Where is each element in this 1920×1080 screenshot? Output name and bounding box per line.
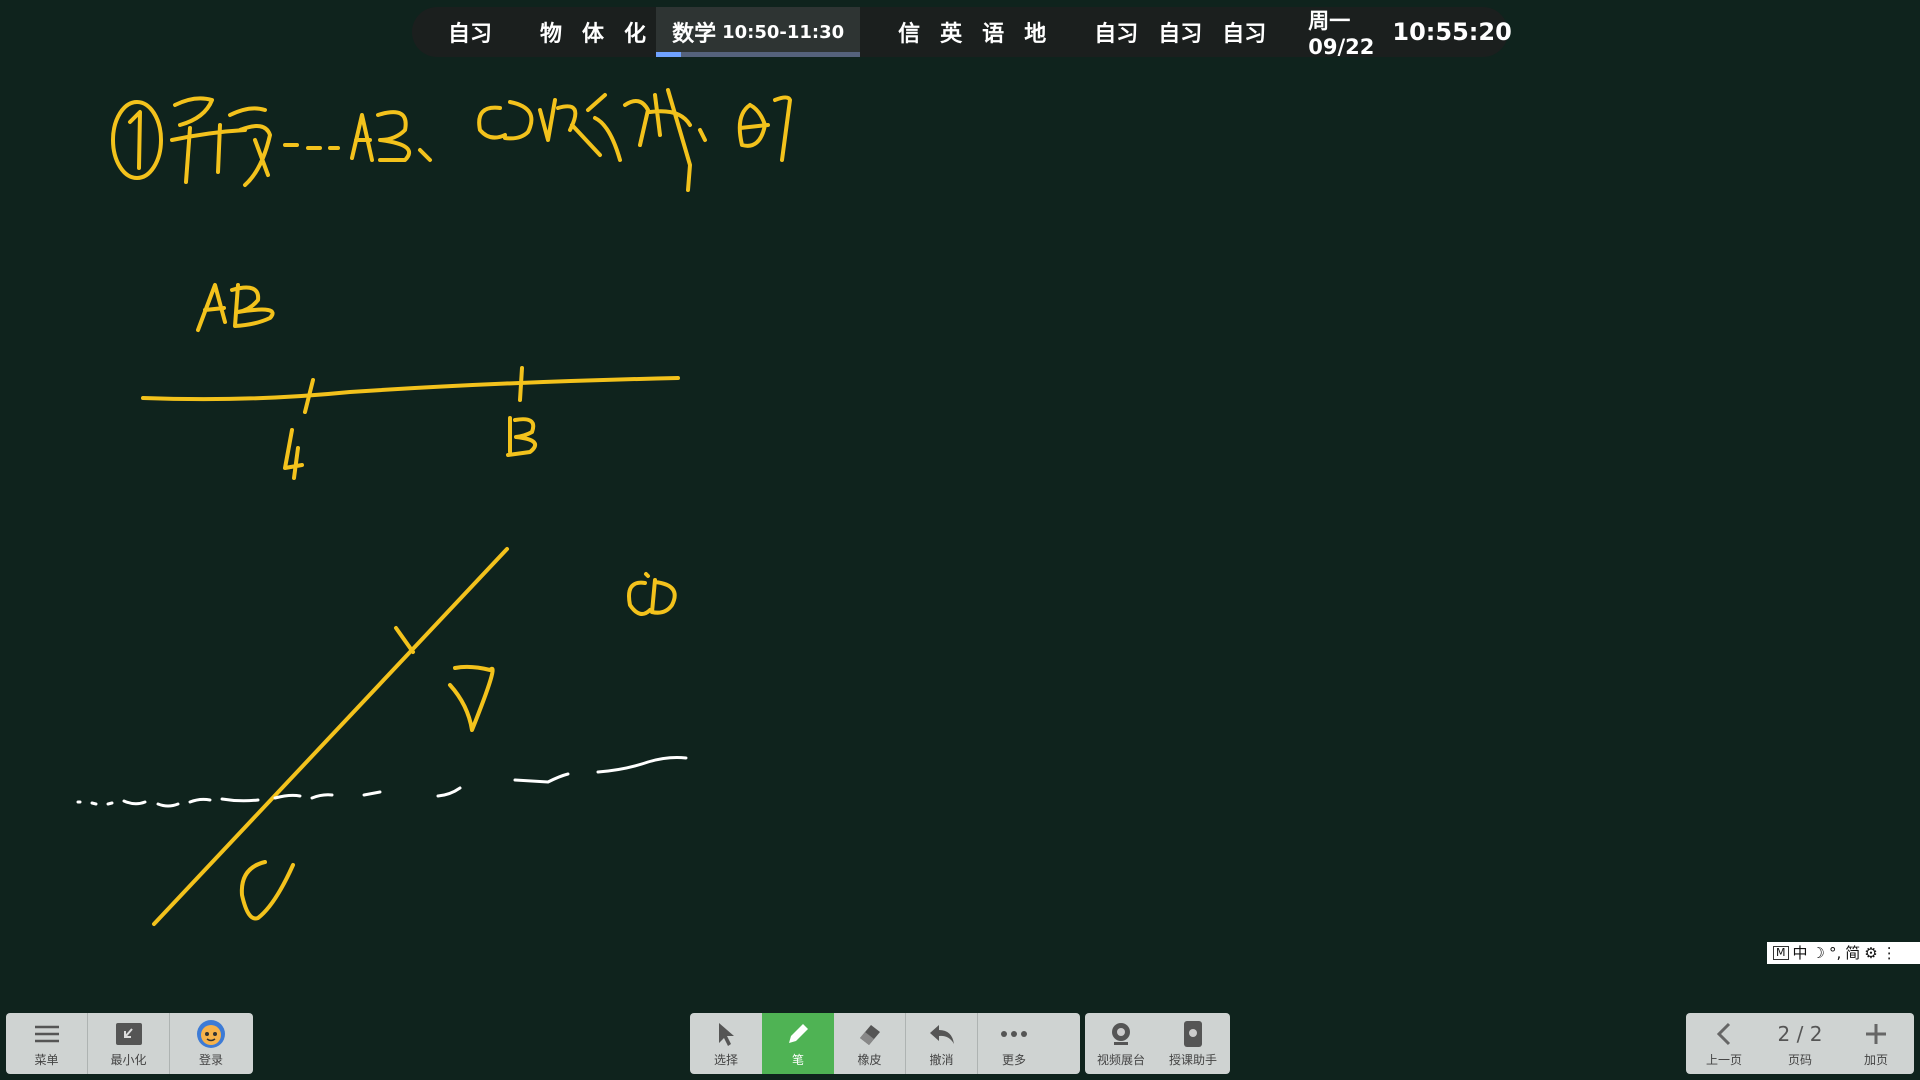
undo-button[interactable]: 撤消 — [906, 1013, 978, 1074]
ime-mode-icon[interactable]: M — [1773, 946, 1789, 960]
app-toolbar: 菜单 最小化 登录 — [6, 1013, 253, 1074]
cursor-arrow-icon — [719, 1023, 734, 1046]
menu-label: 菜单 — [34, 1053, 59, 1067]
login-label: 登录 — [198, 1053, 223, 1067]
ink-dashed-guide — [76, 756, 688, 808]
ime-script-toggle[interactable]: 简 — [1845, 942, 1860, 964]
previous-page-label: 上一页 — [1705, 1053, 1742, 1067]
eraser-tool-button[interactable]: 橡皮 — [834, 1013, 906, 1074]
drawing-toolbar: 选择 笔 橡皮 撤消 更多 — [690, 1013, 1080, 1074]
hamburger-icon — [34, 1025, 59, 1043]
minimize-label: 最小化 — [110, 1053, 147, 1067]
eraser-icon — [859, 1025, 880, 1045]
ink-circled-number — [111, 100, 163, 180]
add-page-button[interactable]: 加页 — [1838, 1013, 1914, 1074]
ime-language-toggle[interactable]: 中 — [1793, 942, 1808, 964]
avatar-icon — [197, 1020, 225, 1048]
teaching-toolbar: 视频展台 授课助手 — [1085, 1013, 1230, 1074]
teaching-assistant-label: 授课助手 — [1168, 1053, 1217, 1067]
ink-number-line — [141, 366, 680, 480]
undo-icon — [929, 1025, 954, 1044]
plus-icon — [1866, 1024, 1886, 1044]
ink-title-text — [170, 88, 792, 192]
page-indicator-label: 页码 — [1787, 1053, 1812, 1067]
video-booth-label: 视频展台 — [1096, 1053, 1145, 1067]
select-tool-button[interactable]: 选择 — [690, 1013, 762, 1074]
select-tool-label: 选择 — [713, 1053, 738, 1067]
more-button[interactable]: 更多 — [978, 1013, 1050, 1074]
video-booth-button[interactable]: 视频展台 — [1085, 1013, 1157, 1074]
pen-tool-label: 笔 — [791, 1053, 804, 1067]
ime-punctuation-toggle[interactable]: °, — [1829, 942, 1841, 964]
eraser-tool-label: 橡皮 — [857, 1053, 882, 1067]
moon-icon[interactable]: ☽ — [1812, 942, 1825, 964]
ime-toolbar[interactable]: M 中 ☽ °, 简 ⚙ ⋮ — [1767, 942, 1920, 964]
ink-label-ab — [196, 283, 275, 332]
pen-icon — [789, 1024, 808, 1043]
ink-slanted-line — [152, 547, 509, 926]
more-dots-icon — [1001, 1031, 1027, 1037]
ink-label-cd — [627, 572, 677, 616]
minimize-icon — [115, 1023, 142, 1045]
page-number: 2 / 2 — [1777, 1022, 1823, 1046]
whiteboard-canvas[interactable] — [0, 0, 1920, 1000]
chevron-left-icon — [1716, 1022, 1731, 1046]
add-page-label: 加页 — [1863, 1053, 1888, 1067]
more-label: 更多 — [1001, 1053, 1026, 1067]
page-indicator[interactable]: 2 / 2 页码 — [1762, 1013, 1838, 1074]
previous-page-button[interactable]: 上一页 — [1686, 1013, 1762, 1074]
login-button[interactable]: 登录 — [170, 1013, 252, 1074]
teaching-assistant-button[interactable]: 授课助手 — [1157, 1013, 1229, 1074]
page-navigator: 上一页 2 / 2 页码 加页 — [1686, 1013, 1914, 1074]
pen-tool-button[interactable]: 笔 — [762, 1013, 834, 1074]
more-icon[interactable]: ⋮ — [1882, 942, 1897, 964]
camera-icon — [1112, 1023, 1130, 1045]
phone-icon — [1184, 1021, 1202, 1047]
minimize-button[interactable]: 最小化 — [88, 1013, 170, 1074]
menu-button[interactable]: 菜单 — [6, 1013, 88, 1074]
undo-label: 撤消 — [929, 1053, 954, 1067]
gear-icon[interactable]: ⚙ — [1864, 942, 1877, 964]
